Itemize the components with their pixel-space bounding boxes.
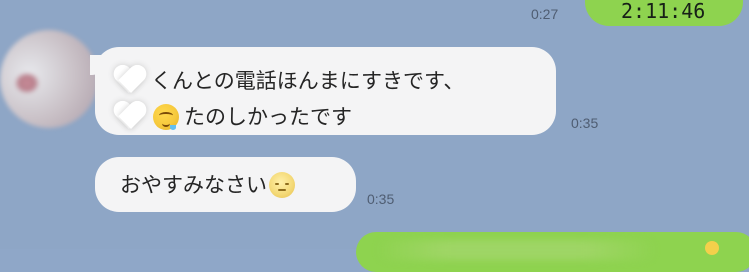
blurred-message-text <box>376 240 656 260</box>
outgoing-message-bubble[interactable]: 2:11:46 <box>585 0 743 26</box>
message-text: くんとの電話ほんまにすきです、 <box>151 69 465 93</box>
message-time: 0:35 <box>367 191 395 207</box>
moon-face-icon <box>269 172 295 198</box>
chat-area: 0:27 2:11:46 くんとの電話ほんまにすきです、 たのしかったです 0:… <box>0 0 749 272</box>
heart-icon <box>113 102 147 132</box>
message-time: 0:27 <box>531 6 559 22</box>
avatar[interactable] <box>0 30 98 128</box>
message-line: おやすみなさい <box>120 166 356 204</box>
message-text: 2:11:46 <box>621 0 706 23</box>
message-time: 0:35 <box>571 115 599 131</box>
message-line: たのしかったです <box>113 99 538 135</box>
outgoing-message-bubble[interactable] <box>356 232 749 272</box>
message-text: たのしかったです <box>184 105 352 129</box>
emoji-icon <box>705 241 719 255</box>
message-text: おやすみなさい <box>120 173 267 197</box>
message-line: くんとの電話ほんまにすきです、 <box>113 63 538 99</box>
incoming-message-bubble[interactable]: おやすみなさい <box>95 157 356 212</box>
heart-icon <box>113 66 147 96</box>
drooling-face-icon <box>153 104 179 130</box>
incoming-message-bubble[interactable]: くんとの電話ほんまにすきです、 たのしかったです <box>90 47 556 135</box>
